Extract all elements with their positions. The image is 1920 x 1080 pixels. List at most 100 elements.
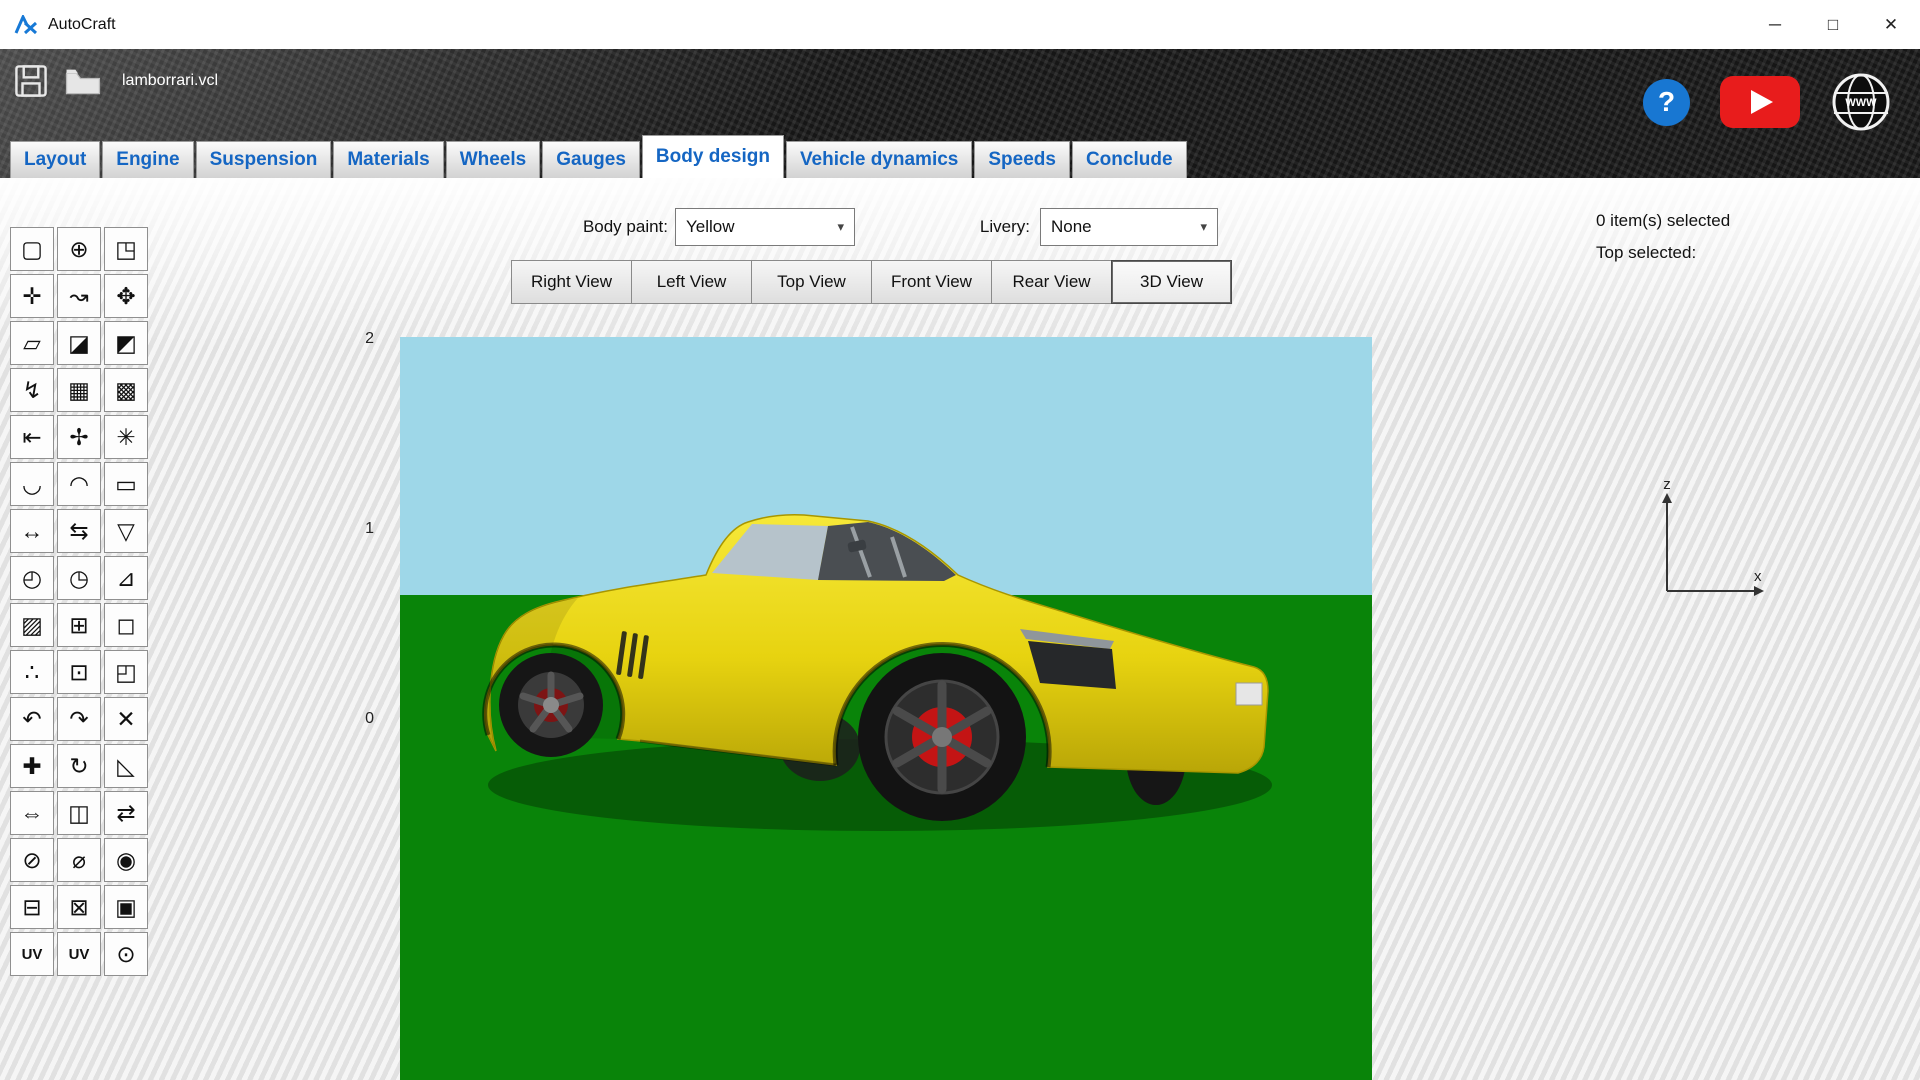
tool-hatch-surface[interactable]: ▨ bbox=[10, 603, 54, 647]
tool-paste[interactable]: ▣ bbox=[104, 885, 148, 929]
tab-conclude[interactable]: Conclude bbox=[1072, 141, 1187, 178]
tool-select-area[interactable]: ◳ bbox=[104, 227, 148, 271]
ruler-label-0: 0 bbox=[348, 710, 374, 728]
tool-shear-y[interactable]: ◪ bbox=[57, 321, 101, 365]
tool-shear-x[interactable]: ▱ bbox=[10, 321, 54, 365]
view-buttons: Right ViewLeft ViewTop ViewFront ViewRea… bbox=[511, 260, 1231, 304]
tool-rotate[interactable]: ↻ bbox=[57, 744, 101, 788]
axis-x-arrow bbox=[1754, 586, 1764, 596]
titlebar: AutoCraft ─ □ ✕ bbox=[0, 0, 1920, 49]
tool-uv-wrap[interactable]: UV bbox=[57, 932, 101, 976]
globe-www-text: WWW bbox=[1845, 97, 1877, 109]
body-paint-value: Yellow bbox=[686, 217, 735, 237]
tab-vehicle-dynamics[interactable]: Vehicle dynamics bbox=[786, 141, 972, 178]
tool-move-vertex[interactable]: ✥ bbox=[104, 274, 148, 318]
ruler-label-1: 1 bbox=[348, 520, 374, 538]
tool-add-point[interactable]: ✛ bbox=[10, 274, 54, 318]
current-filename: lamborrari.vcl bbox=[122, 72, 218, 90]
question-mark-icon: ? bbox=[1658, 86, 1675, 118]
app-logo-icon bbox=[14, 15, 38, 35]
tool-add-body[interactable]: ⊕ bbox=[57, 227, 101, 271]
tab-suspension[interactable]: Suspension bbox=[196, 141, 332, 178]
tool-move[interactable]: ✚ bbox=[10, 744, 54, 788]
tool-taper[interactable]: ▽ bbox=[104, 509, 148, 553]
tool-point-cluster[interactable]: ∴ bbox=[10, 650, 54, 694]
license-plate bbox=[1236, 683, 1262, 705]
tool-twist-cw[interactable]: ◷ bbox=[57, 556, 101, 600]
view-button-3d-view[interactable]: 3D View bbox=[1111, 260, 1232, 304]
tool-mirror[interactable]: ⇄ bbox=[104, 791, 148, 835]
tool-show-all[interactable]: ◉ bbox=[104, 838, 148, 882]
close-button[interactable]: ✕ bbox=[1862, 0, 1920, 49]
tool-arc-up[interactable]: ◠ bbox=[57, 462, 101, 506]
tool-flip-surface[interactable]: ◫ bbox=[57, 791, 101, 835]
axis-z-arrow bbox=[1662, 493, 1672, 503]
front-wheel bbox=[499, 653, 603, 757]
tool-twist-ccw[interactable]: ◴ bbox=[10, 556, 54, 600]
tool-copy[interactable]: ⊟ bbox=[10, 885, 54, 929]
save-button[interactable] bbox=[10, 60, 52, 102]
help-button[interactable]: ? bbox=[1643, 79, 1690, 126]
maximize-button[interactable]: □ bbox=[1804, 0, 1862, 49]
tool-collapse-points[interactable]: ⇤ bbox=[10, 415, 54, 459]
tool-grid-divide[interactable]: ▦ bbox=[57, 368, 101, 412]
view-button-right-view[interactable]: Right View bbox=[511, 260, 632, 304]
tool-add-curve[interactable]: ↝ bbox=[57, 274, 101, 318]
livery-select[interactable]: None ▾ bbox=[1040, 208, 1218, 246]
tool-arc-down[interactable]: ◡ bbox=[10, 462, 54, 506]
tab-materials[interactable]: Materials bbox=[333, 141, 443, 178]
tool-render-photo[interactable]: ⊙ bbox=[104, 932, 148, 976]
window-title: AutoCraft bbox=[48, 16, 116, 34]
tool-grid-box[interactable]: ⊡ bbox=[57, 650, 101, 694]
tool-corner-crop[interactable]: ◰ bbox=[104, 650, 148, 694]
body-paint-select[interactable]: Yellow ▾ bbox=[675, 208, 855, 246]
tool-shear-z[interactable]: ◩ bbox=[104, 321, 148, 365]
tab-speeds[interactable]: Speeds bbox=[974, 141, 1070, 178]
body-paint-label: Body paint: bbox=[540, 217, 668, 237]
open-button[interactable] bbox=[62, 60, 104, 102]
window-controls: ─ □ ✕ bbox=[1746, 0, 1920, 49]
tool-hide-unselected[interactable]: ⌀ bbox=[57, 838, 101, 882]
chevron-down-icon: ▾ bbox=[837, 219, 844, 235]
tab-gauges[interactable]: Gauges bbox=[542, 141, 640, 178]
selection-count: 0 item(s) selected bbox=[1596, 205, 1730, 237]
tool-translate-points[interactable]: ✢ bbox=[57, 415, 101, 459]
top-selected-label: Top selected: bbox=[1596, 237, 1730, 269]
tool-undo[interactable]: ↶ bbox=[10, 697, 54, 741]
save-icon bbox=[14, 64, 48, 98]
tool-loft-surface[interactable]: ▭ bbox=[104, 462, 148, 506]
tab-engine[interactable]: Engine bbox=[102, 141, 193, 178]
folder-icon bbox=[64, 65, 102, 97]
view-button-front-view[interactable]: Front View bbox=[871, 260, 992, 304]
website-button[interactable]: WWW bbox=[1830, 71, 1892, 133]
tool-scale[interactable]: ◺ bbox=[104, 744, 148, 788]
tab-wheels[interactable]: Wheels bbox=[446, 141, 541, 178]
tool-box-divide[interactable]: ⊞ bbox=[57, 603, 101, 647]
youtube-button[interactable] bbox=[1720, 76, 1800, 128]
minimize-button[interactable]: ─ bbox=[1746, 0, 1804, 49]
axis-z-label: z bbox=[1663, 476, 1671, 493]
view-button-rear-view[interactable]: Rear View bbox=[991, 260, 1112, 304]
view-button-top-view[interactable]: Top View bbox=[751, 260, 872, 304]
file-actions: lamborrari.vcl bbox=[10, 59, 218, 103]
tool-grid-pattern[interactable]: ▩ bbox=[104, 368, 148, 412]
tab-layout[interactable]: Layout bbox=[10, 141, 100, 178]
tab-body-design[interactable]: Body design bbox=[642, 135, 784, 178]
tool-compress-width[interactable]: ⇆ bbox=[57, 509, 101, 553]
tool-smooth-face[interactable]: ◻ bbox=[104, 603, 148, 647]
tool-new-file[interactable]: ▢ bbox=[10, 227, 54, 271]
tool-redo[interactable]: ↷ bbox=[57, 697, 101, 741]
tool-hide[interactable]: ⊘ bbox=[10, 838, 54, 882]
tool-delete[interactable]: ✕ bbox=[104, 697, 148, 741]
tool-duplicate[interactable]: ⊠ bbox=[57, 885, 101, 929]
tool-edit-spline[interactable]: ↯ bbox=[10, 368, 54, 412]
tab-bar: LayoutEngineSuspensionMaterialsWheelsGau… bbox=[10, 135, 1187, 178]
tool-uv-edit[interactable]: UV bbox=[10, 932, 54, 976]
tool-stretch-width[interactable]: ↔ bbox=[10, 509, 54, 553]
viewport-3d[interactable] bbox=[400, 337, 1372, 1080]
livery-label: Livery: bbox=[925, 217, 1030, 237]
tool-scatter-points[interactable]: ✳ bbox=[104, 415, 148, 459]
tool-stretch-horizontal[interactable]: ⇔ bbox=[10, 791, 54, 835]
view-button-left-view[interactable]: Left View bbox=[631, 260, 752, 304]
tool-skew-surface[interactable]: ⊿ bbox=[104, 556, 148, 600]
